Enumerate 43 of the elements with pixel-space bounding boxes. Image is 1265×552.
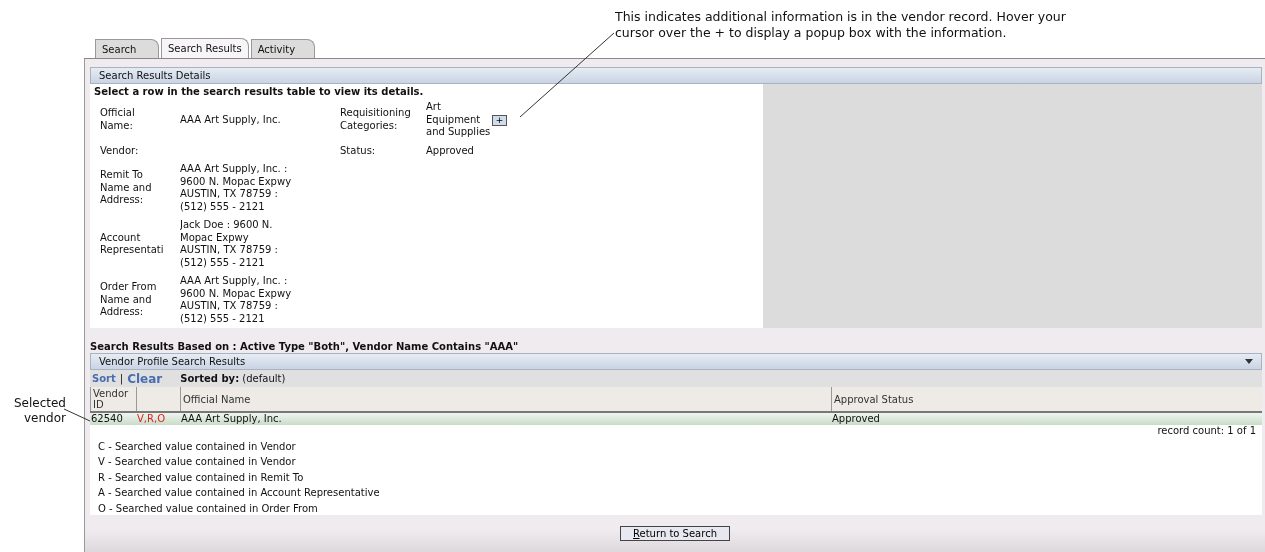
callout-text: This indicates additional information is in the vendor record. Hover your cursor over the + to display a popup box with the information.: [615, 9, 1066, 41]
tab[interactable]: Search Results: [161, 38, 249, 58]
more-info-button[interactable]: +: [492, 114, 507, 126]
clear-link[interactable]: Clear: [127, 371, 163, 386]
results-header[interactable]: Vendor Profile Search Results: [90, 353, 1262, 370]
legend-item: V - Searched value contained in Vendor: [98, 456, 297, 469]
table-cell-text: AAA Art Supply, Inc.: [180, 413, 283, 425]
legend-item: C - Searched value contained in Vendor: [98, 440, 297, 453]
field-label: Remit To Name and Address:: [100, 169, 153, 207]
record-count: record count: 1 of 1: [1157, 424, 1257, 436]
column-header[interactable]: Vendor ID: [90, 387, 136, 411]
callout-text: Selected vendor: [12, 396, 66, 426]
column-header[interactable]: Approval Status: [831, 387, 1262, 411]
field-value: AAA Art Supply, Inc. : 9600 N. Mopac Expwy AUSTIN, TX 78759 : (512) 555 - 2121: [180, 163, 293, 213]
legend-item: O - Searched value contained in Order From: [98, 502, 319, 515]
dropdown-icon[interactable]: [1245, 359, 1253, 364]
table-row[interactable]: 62540 V,R,O AAA Art Supply, Inc. Approved: [90, 413, 1262, 425]
table-cell-text: 62540: [90, 413, 124, 425]
field-label: Vendor:: [100, 144, 140, 157]
sorted-by-text: Sorted by: (default): [180, 373, 286, 384]
field-label: Status:: [340, 144, 377, 157]
legend-item: R - Searched value contained in Remit To: [98, 471, 305, 484]
field-value: Approved: [426, 144, 475, 157]
sort-link[interactable]: Sort: [92, 373, 116, 384]
field-value: Jack Doe : 9600 N. Mopac Expwy AUSTIN, TX 78759 : (512) 555 - 2121: [180, 219, 279, 269]
field-value: AAA Art Supply, Inc. : 9600 N. Mopac Expwy AUSTIN, TX 78759 : (512) 555 - 2121: [180, 275, 293, 325]
separator: |: [119, 373, 124, 384]
tab[interactable]: Activity: [250, 39, 315, 58]
column-header[interactable]: Official Name: [180, 387, 831, 411]
tab[interactable]: Search: [95, 39, 159, 58]
table-cell-text: Approved: [831, 413, 881, 425]
field-value: AAA Art Supply, Inc.: [180, 113, 282, 126]
field-label: Official Name:: [100, 107, 136, 133]
field-label: Order From Name and Address:: [100, 281, 158, 319]
field-value: Art Equipment and Supplies: [426, 101, 492, 139]
field-label: Requisitioning Categories:: [340, 107, 412, 133]
field-label: Account Representati: [100, 231, 165, 257]
search-criteria: Search Results Based on : Active Type "Both", Vendor Name Contains "AAA": [90, 341, 520, 353]
return-button[interactable]: Return to Search: [620, 526, 730, 541]
instruction-text: Select a row in the search results table to view its details.: [94, 86, 425, 97]
legend-item: A - Searched value contained in Account Representative: [98, 487, 381, 500]
table-cell-text: V,R,O: [136, 413, 167, 425]
section-header: Search Results Details: [90, 67, 1262, 84]
